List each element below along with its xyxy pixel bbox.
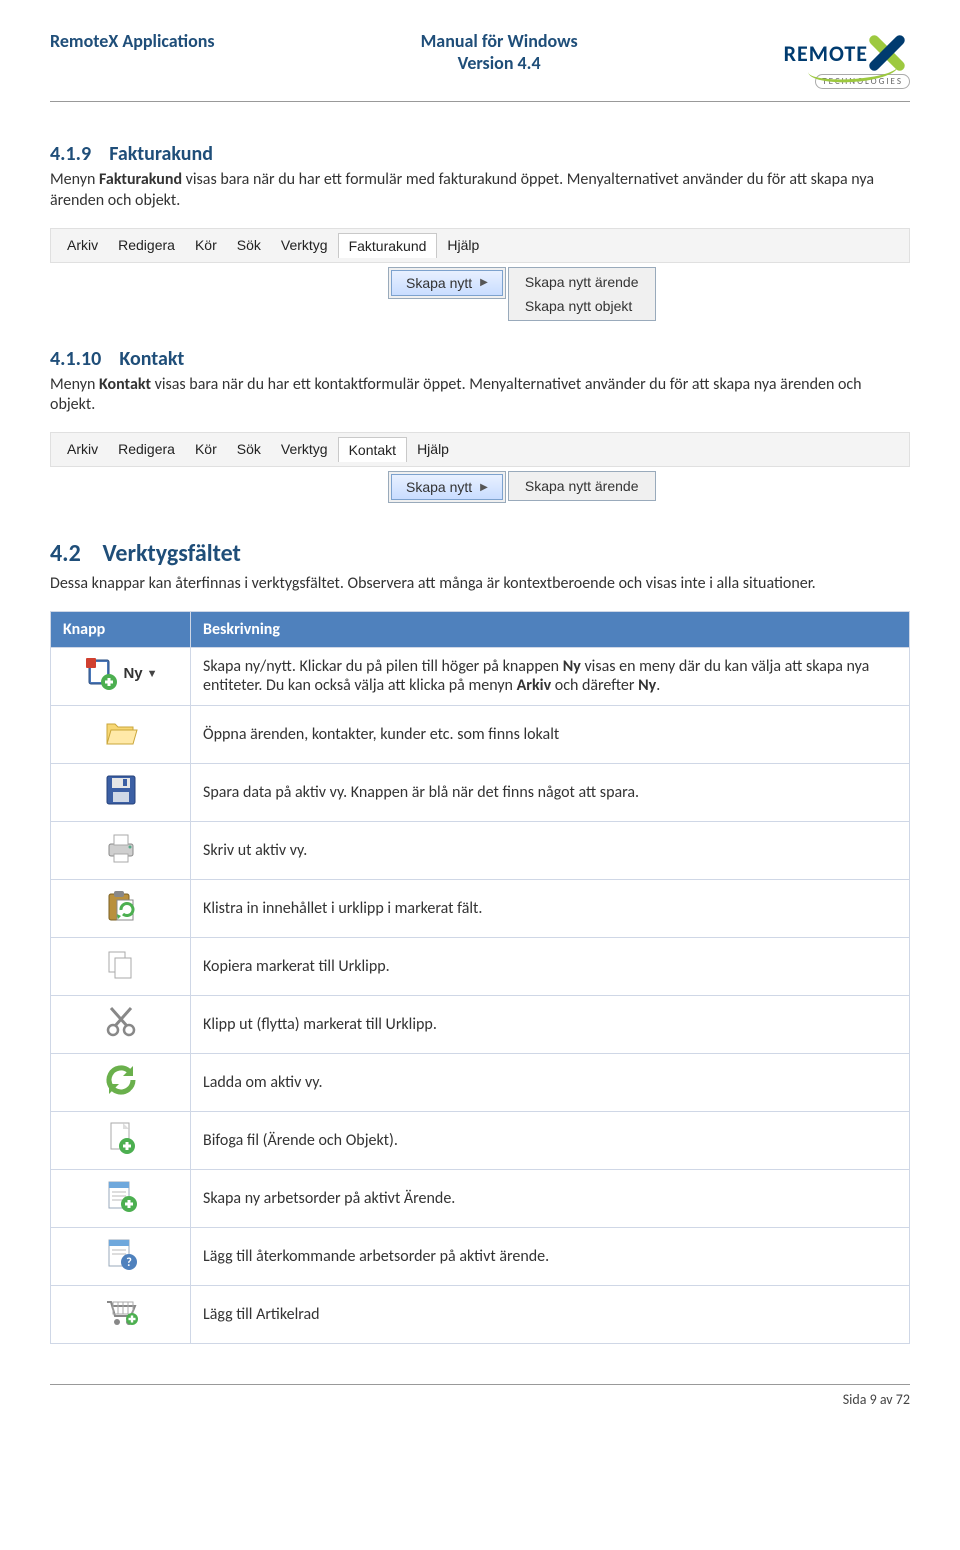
print-icon <box>103 830 139 866</box>
section-419-body: Menyn Fakturakund visas bara när du har … <box>50 170 910 212</box>
menu-hjalp-2[interactable]: Hjälp <box>407 437 459 461</box>
brand-x-icon <box>864 30 910 76</box>
header-logo: REMOTE TECHNOLOGIES <box>784 30 910 89</box>
desc-attach: Bifoga fil (Ärende och Objekt). <box>191 1111 910 1169</box>
menu-sok[interactable]: Sök <box>227 233 271 257</box>
section-4110-heading: 4.1.10 Kontakt <box>50 347 910 371</box>
new-workorder-icon <box>103 1178 139 1214</box>
new-icon <box>83 656 119 692</box>
section-42-num: 4.2 <box>50 539 81 568</box>
menu-redigera-2[interactable]: Redigera <box>108 437 185 461</box>
table-row: Kopiera markerat till Urklipp. <box>51 937 910 995</box>
chevron-right-icon: ▶ <box>480 277 488 288</box>
desc-save: Spara data på aktiv vy. Knappen är blå n… <box>191 763 910 821</box>
menu-arkiv[interactable]: Arkiv <box>57 233 108 257</box>
menu-verktyg-2[interactable]: Verktyg <box>271 437 338 461</box>
table-row: ? Lägg till återkommande arbetsorder på … <box>51 1227 910 1285</box>
save-icon <box>103 772 139 808</box>
paste-icon <box>103 888 139 924</box>
submenu-fakturakund: Skapa nytt ärende Skapa nytt objekt <box>508 267 656 321</box>
submenu-kontakt: Skapa nytt ärende <box>508 471 656 501</box>
chevron-right-icon: ▶ <box>480 482 488 493</box>
menu-kontakt[interactable]: Kontakt <box>338 437 407 462</box>
menu-kontakt-skapa-nytt[interactable]: Skapa nytt ▶ <box>391 474 503 500</box>
menu-sok-2[interactable]: Sök <box>227 437 271 461</box>
menu-skapa-arende[interactable]: Skapa nytt ärende <box>511 270 653 294</box>
table-row: Skapa ny arbetsorder på aktivt Ärende. <box>51 1169 910 1227</box>
svg-text:?: ? <box>126 1256 132 1270</box>
header-version: Version 4.4 <box>421 52 578 74</box>
table-row: Skriv ut aktiv vy. <box>51 821 910 879</box>
table-row: Klipp ut (flytta) markerat till Urklipp. <box>51 995 910 1053</box>
caret-down-icon: ▼ <box>147 668 158 680</box>
section-4110-title: Kontakt <box>119 347 184 371</box>
menu-redigera[interactable]: Redigera <box>108 233 185 257</box>
table-row: Spara data på aktiv vy. Knappen är blå n… <box>51 763 910 821</box>
menu-verktyg[interactable]: Verktyg <box>271 233 338 257</box>
folder-open-icon <box>103 714 139 750</box>
page-header: RemoteX Applications Manual för Windows … <box>50 30 910 102</box>
dropdown-kontakt: Skapa nytt ▶ <box>388 471 506 503</box>
section-42-heading: 4.2 Verktygsfältet <box>50 539 910 568</box>
col-beskrivning: Beskrivning <box>191 611 910 647</box>
section-4110-num: 4.1.10 <box>50 347 101 371</box>
section-4110-body: Menyn Kontakt visas bara när du har ett … <box>50 375 910 417</box>
desc-workorder: Skapa ny arbetsorder på aktivt Ärende. <box>191 1169 910 1227</box>
table-row: Öppna ärenden, kontakter, kunder etc. so… <box>51 705 910 763</box>
section-419-heading: 4.1.9 Fakturakund <box>50 142 910 166</box>
menubar-kontakt: Arkiv Redigera Kör Sök Verktyg Kontakt H… <box>50 432 910 467</box>
reload-icon <box>103 1062 139 1098</box>
menu-kontakt-skapa-arende[interactable]: Skapa nytt ärende <box>511 474 653 498</box>
table-row: Ladda om aktiv vy. <box>51 1053 910 1111</box>
menu-kor-2[interactable]: Kör <box>185 437 227 461</box>
menu-skapa-nytt[interactable]: Skapa nytt ▶ <box>391 270 503 296</box>
recurring-workorder-icon: ? <box>103 1236 139 1272</box>
table-row: Lägg till Artikelrad <box>51 1285 910 1343</box>
section-419-num: 4.1.9 <box>50 142 91 166</box>
page-footer: Sida 9 av 72 <box>50 1384 910 1408</box>
header-center: Manual för Windows Version 4.4 <box>421 30 578 74</box>
shopping-cart-icon <box>103 1294 139 1330</box>
section-42-body: Dessa knappar kan återfinnas i verktygsf… <box>50 574 910 595</box>
menu-hjalp[interactable]: Hjälp <box>437 233 489 257</box>
desc-cart: Lägg till Artikelrad <box>191 1285 910 1343</box>
table-row: Bifoga fil (Ärende och Objekt). <box>51 1111 910 1169</box>
header-title: Manual för Windows <box>421 30 578 52</box>
table-row: Klistra in innehållet i urklipp i marker… <box>51 879 910 937</box>
copy-icon <box>103 946 139 982</box>
attach-file-icon <box>103 1120 139 1156</box>
menu-skapa-objekt[interactable]: Skapa nytt objekt <box>511 294 653 318</box>
menu-arkiv-2[interactable]: Arkiv <box>57 437 108 461</box>
desc-print: Skriv ut aktiv vy. <box>191 821 910 879</box>
dropdown-fakturakund: Skapa nytt ▶ <box>388 267 506 299</box>
desc-cut: Klipp ut (flytta) markerat till Urklipp. <box>191 995 910 1053</box>
table-row: Ny ▼ Skapa ny/nytt. Klickar du på pilen … <box>51 647 910 705</box>
section-419-title: Fakturakund <box>109 142 213 166</box>
section-42-title: Verktygsfältet <box>102 539 240 568</box>
desc-paste: Klistra in innehållet i urklipp i marker… <box>191 879 910 937</box>
menu-kor[interactable]: Kör <box>185 233 227 257</box>
desc-copy: Kopiera markerat till Urklipp. <box>191 937 910 995</box>
col-knapp: Knapp <box>51 611 191 647</box>
header-left: RemoteX Applications <box>50 30 215 52</box>
desc-new: Skapa ny/nytt. Klickar du på pilen till … <box>191 647 910 705</box>
new-button[interactable]: Ny ▼ <box>83 656 157 692</box>
cut-icon <box>103 1004 139 1040</box>
desc-reload: Ladda om aktiv vy. <box>191 1053 910 1111</box>
desc-recurring: Lägg till återkommande arbetsorder på ak… <box>191 1227 910 1285</box>
menu-fakturakund[interactable]: Fakturakund <box>338 233 438 258</box>
toolbar-table: Knapp Beskrivning Ny ▼ <box>50 611 910 1344</box>
desc-open: Öppna ärenden, kontakter, kunder etc. so… <box>191 705 910 763</box>
menubar-fakturakund: Arkiv Redigera Kör Sök Verktyg Fakturaku… <box>50 228 910 263</box>
